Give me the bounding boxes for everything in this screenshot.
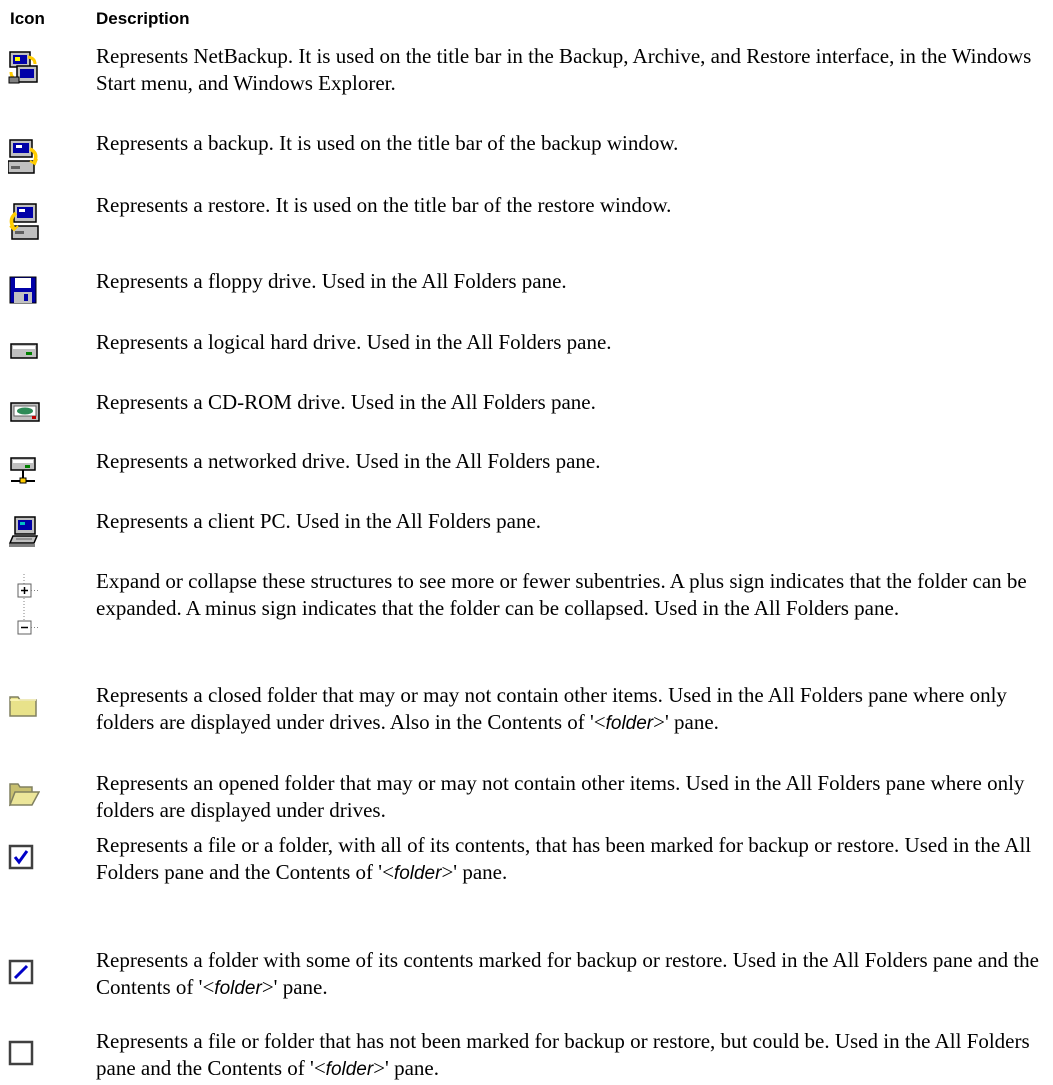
row-description: Represents a file or folder that has not… — [96, 1029, 1030, 1080]
column-header-description: Description — [96, 9, 190, 28]
network-drive-icon — [8, 455, 48, 495]
row-description: Represents a folder with some of its con… — [96, 948, 1040, 999]
netbackup-icon — [8, 51, 48, 91]
row-description: Represents a file or a folder, with all … — [96, 833, 1032, 884]
row-description: Represents an opened folder that may or … — [96, 771, 1025, 822]
backup-window-icon — [8, 139, 48, 179]
row-description: Expand or collapse these structures to s… — [96, 569, 1027, 620]
checked-checkbox-icon — [8, 844, 48, 884]
row-description: Represents a floppy drive. Used in the A… — [96, 269, 567, 293]
column-header-icon: Icon — [10, 9, 45, 28]
hard-drive-icon — [8, 339, 48, 379]
row-description: Represents a restore. It is used on the … — [96, 193, 672, 217]
row-description: Represents a logical hard drive. Used in… — [96, 330, 612, 354]
empty-checkbox-icon — [8, 1040, 48, 1080]
row-description: Represents a client PC. Used in the All … — [96, 509, 542, 533]
row-description: Represents NetBackup. It is used on the … — [96, 44, 1032, 95]
restore-window-icon — [8, 203, 48, 243]
icon-description-table: Icon Description Represents NetBackup. I… — [0, 0, 1053, 1085]
cdrom-drive-icon — [8, 399, 48, 439]
closed-folder-icon — [8, 692, 48, 732]
partial-checkbox-icon — [8, 959, 48, 999]
row-description: Represents a backup. It is used on the t… — [96, 131, 679, 155]
open-folder-icon — [8, 780, 48, 820]
row-description: Represents a networked drive. Used in th… — [96, 449, 601, 473]
expand-collapse-icon — [8, 574, 48, 644]
row-description: Represents a CD-ROM drive. Used in the A… — [96, 390, 596, 414]
floppy-drive-icon — [8, 276, 48, 316]
row-description: Represents a closed folder that may or m… — [96, 683, 1007, 734]
client-pc-icon — [8, 516, 48, 556]
